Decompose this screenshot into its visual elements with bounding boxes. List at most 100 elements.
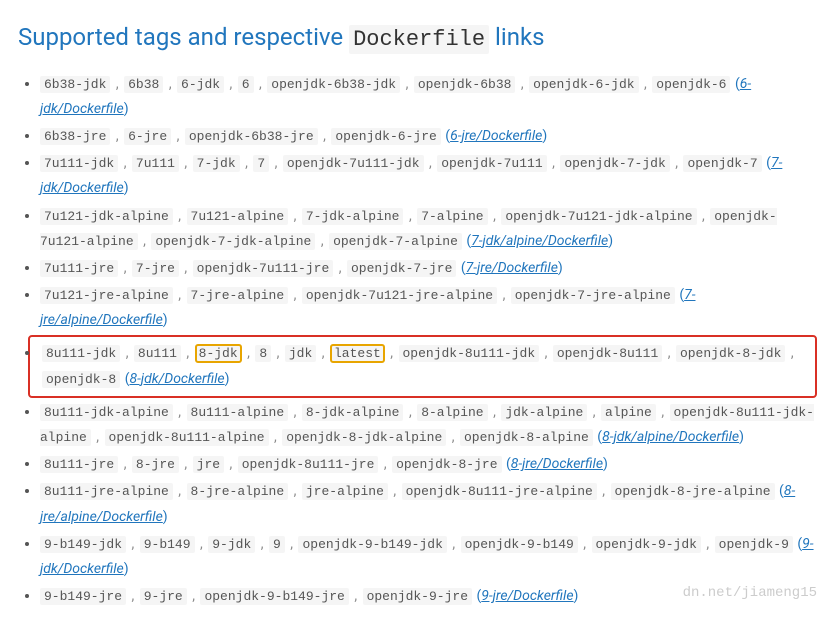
tag: openjdk-6b38-jre [185, 128, 318, 145]
separator: , [488, 208, 502, 224]
tag: 9-b149-jdk [40, 536, 126, 553]
tag: openjdk-7u111-jdk [283, 155, 424, 172]
separator: , [242, 345, 256, 361]
tag: 7-jre-alpine [187, 287, 289, 304]
dockerfile-link[interactable]: 7-jre/Dockerfile [466, 260, 558, 276]
tag: openjdk-7-jre-alpine [511, 287, 675, 304]
tag-line: 8u111-jre , 8-jre , jre , openjdk-8u111-… [40, 452, 817, 477]
separator: , [378, 456, 392, 472]
tag: openjdk-7-jdk [560, 155, 669, 172]
separator: , [333, 260, 347, 276]
separator: , [173, 287, 187, 303]
paren-close: ) [603, 456, 608, 472]
tag: 6-jre [124, 128, 171, 145]
separator: , [91, 429, 105, 445]
tag: jre [193, 456, 224, 473]
tag-line: 6b38-jdk , 6b38 , 6-jdk , 6 , openjdk-6b… [40, 72, 817, 122]
paren-close: ) [124, 561, 129, 577]
separator: , [597, 483, 611, 499]
tag: openjdk-6-jdk [529, 76, 638, 93]
tag-line: 7u111-jre , 7-jre , openjdk-7u111-jre , … [40, 256, 817, 281]
tag-line: 8u111-jdk-alpine , 8u111-alpine , 8-jdk-… [40, 400, 817, 450]
tag: openjdk-7u121-jre-alpine [302, 287, 497, 304]
tag: openjdk-7u111-jre [193, 260, 334, 277]
separator: , [254, 76, 268, 92]
tag: openjdk-6b38-jdk [267, 76, 400, 93]
separator: , [126, 588, 140, 604]
tag-line: 9-b149-jre , 9-jre , openjdk-9-b149-jre … [40, 584, 817, 609]
dockerfile-link[interactable]: 9-jre/Dockerfile [481, 588, 573, 604]
tag: 9-jre [140, 588, 187, 605]
paren-close: ) [225, 371, 230, 387]
dockerfile-link[interactable]: 7-jdk/alpine/Dockerfile [471, 233, 608, 249]
tag-line: 8u111-jre-alpine , 8-jre-alpine , jre-al… [40, 479, 817, 529]
separator: , [195, 536, 209, 552]
tag: 7 [253, 155, 269, 172]
separator: , [179, 155, 193, 171]
tag: 8-jre-alpine [187, 483, 289, 500]
tag: openjdk-7-jdk-alpine [151, 233, 315, 250]
tag: openjdk-7-alpine [329, 233, 462, 250]
tag: alpine [601, 404, 656, 421]
tag: 9-jdk [208, 536, 255, 553]
tag-list: 6b38-jdk , 6b38 , 6-jdk , 6 , openjdk-6b… [18, 72, 817, 610]
tag: openjdk-8u111-jre [238, 456, 379, 473]
tag: openjdk-6 [652, 76, 730, 93]
dockerfile-link[interactable]: 8-jre/Dockerfile [511, 456, 603, 472]
tag: openjdk-8-jre-alpine [611, 483, 775, 500]
tag: openjdk-9-jdk [592, 536, 701, 553]
separator: , [224, 456, 238, 472]
paren-close: ) [558, 260, 563, 276]
tag: 8-alpine [417, 404, 487, 421]
separator: , [179, 260, 193, 276]
separator: , [163, 76, 177, 92]
separator: , [497, 287, 511, 303]
separator: , [547, 155, 561, 171]
tag: 9-b149 [140, 536, 195, 553]
tag: 6b38 [124, 76, 163, 93]
tag: openjdk-9-b149-jre [200, 588, 348, 605]
tag: openjdk-7u121-jdk-alpine [501, 208, 696, 225]
paren-close: ) [574, 588, 579, 604]
separator: , [403, 404, 417, 420]
separator: , [318, 128, 332, 144]
tag: 7u121-jre-alpine [40, 287, 173, 304]
tag: openjdk-6b38 [414, 76, 516, 93]
tag: openjdk-8u111 [553, 345, 662, 362]
separator: , [240, 155, 254, 171]
tag: jdk-alpine [501, 404, 587, 421]
tag: openjdk-9-b149 [461, 536, 578, 553]
tag: openjdk-8u111-alpine [105, 429, 269, 446]
separator: , [488, 404, 502, 420]
tag: 8u111-jdk [42, 345, 120, 362]
separator: , [701, 536, 715, 552]
paren-close: ) [124, 180, 129, 196]
tag: 8u111-jre [40, 456, 118, 473]
tag: openjdk-9 [715, 536, 793, 553]
separator: , [578, 536, 592, 552]
tag: 7-alpine [417, 208, 487, 225]
tag: 8u111-jre-alpine [40, 483, 173, 500]
separator: , [110, 128, 124, 144]
tag: openjdk-7u111 [437, 155, 546, 172]
tag: 7u121-jdk-alpine [40, 208, 173, 225]
separator: , [269, 155, 283, 171]
separator: , [424, 155, 438, 171]
tag: latest [330, 344, 385, 363]
separator: , [349, 588, 363, 604]
tag: 6b38-jre [40, 128, 110, 145]
tag-line: 7u121-jre-alpine , 7-jre-alpine , openjd… [40, 283, 817, 333]
separator: , [539, 345, 553, 361]
tag: 8u111-jdk-alpine [40, 404, 173, 421]
dockerfile-link[interactable]: 8-jdk/alpine/Dockerfile [602, 429, 739, 445]
separator: , [224, 76, 238, 92]
title-pre: Supported tags and respective [18, 23, 349, 51]
separator: , [120, 345, 134, 361]
tag: 6-jdk [177, 76, 224, 93]
dockerfile-link[interactable]: 6-jre/Dockerfile [450, 128, 542, 144]
separator: , [271, 345, 285, 361]
title-post: links [489, 23, 544, 51]
dockerfile-link[interactable]: 8-jdk/Dockerfile [130, 371, 225, 387]
separator: , [255, 536, 269, 552]
tag: openjdk-8-alpine [460, 429, 593, 446]
